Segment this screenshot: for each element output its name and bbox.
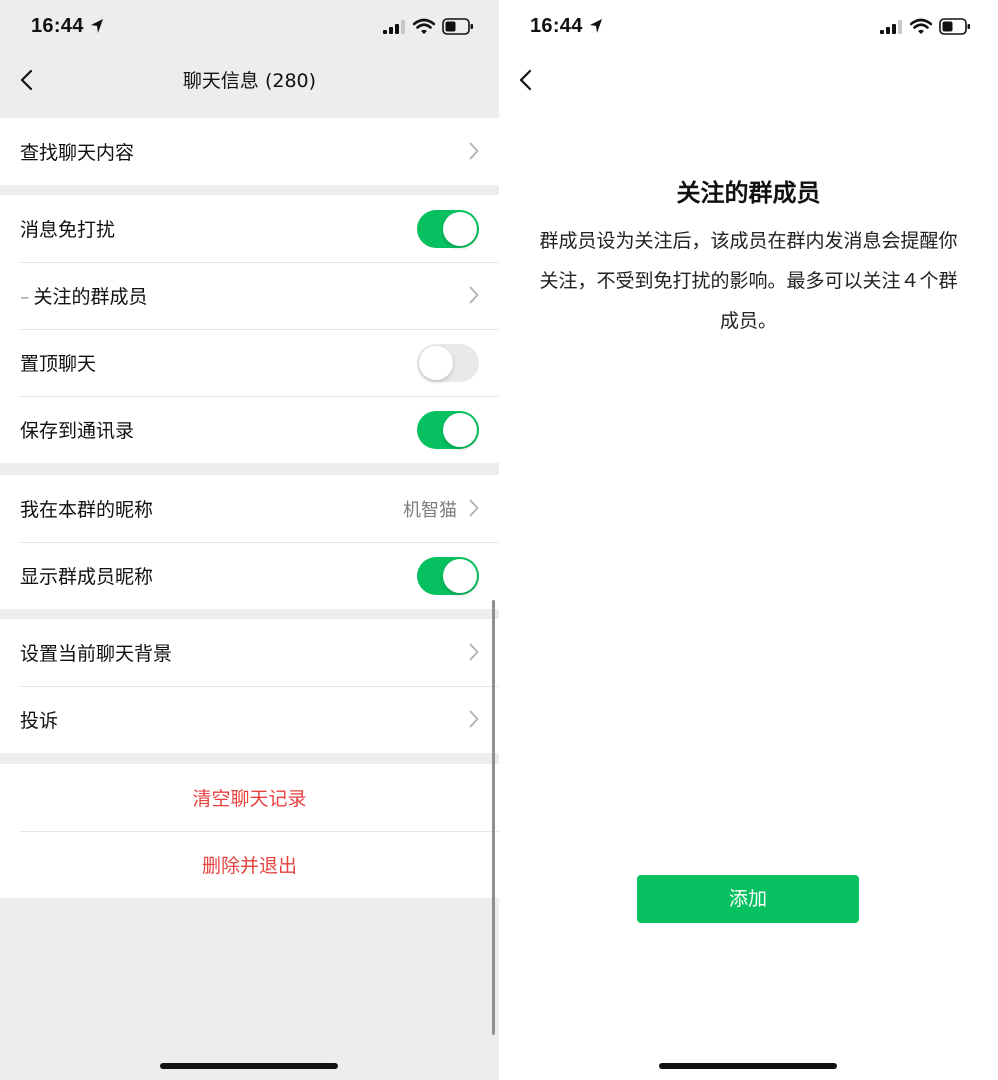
status-bar: 16:44 (499, 0, 998, 54)
delete-and-exit-button[interactable]: 删除并退出 (0, 831, 499, 898)
cellular-signal-icon (383, 20, 405, 34)
my-group-nickname-value: 机智猫 (403, 500, 457, 521)
home-indicator[interactable] (160, 1063, 338, 1069)
save-to-contacts-label: 保存到通讯录 (20, 420, 135, 442)
show-member-nicknames-item: 显示群成员昵称 (0, 542, 499, 609)
toggle-knob (419, 346, 453, 380)
danger-actions-section: 清空聊天记录 删除并退出 (0, 764, 499, 898)
save-to-contacts-toggle[interactable] (417, 411, 479, 449)
status-time: 16:44 (530, 15, 583, 37)
my-group-nickname-item[interactable]: 我在本群的昵称 机智猫 (0, 475, 499, 542)
location-arrow-icon (91, 19, 103, 33)
search-chat-content-label: 查找聊天内容 (20, 142, 135, 164)
chevron-right-icon (469, 142, 479, 160)
wifi-icon (413, 18, 435, 34)
scroll-indicator[interactable] (492, 600, 495, 1035)
mute-notifications-label: 消息免打扰 (20, 219, 116, 241)
complain-label: 投诉 (20, 710, 59, 732)
page-title: 聊天信息 (280) (182, 70, 317, 92)
starred-members-item[interactable]: – 关注的群成员 (0, 262, 499, 329)
my-group-nickname-label: 我在本群的昵称 (20, 499, 154, 521)
navigation-bar (499, 54, 998, 106)
chevron-right-icon (469, 499, 479, 517)
show-member-nicknames-label: 显示群成员昵称 (20, 566, 154, 588)
wifi-icon (910, 18, 932, 34)
indent-dash: – (20, 286, 30, 308)
clear-chat-history-button[interactable]: 清空聊天记录 (0, 764, 499, 831)
starred-members-screen: 16:44 关注的群成员 群成员设为关注后，该成员在群内发消息会提醒你关注，不受… (499, 0, 998, 1080)
mute-notifications-item: 消息免打扰 (0, 195, 499, 262)
delete-and-exit-label: 删除并退出 (201, 855, 297, 877)
chat-info-screen: 16:44 聊天信息 (280) 查找聊天内容 消息免打扰 – 关注的群成员 置… (0, 0, 499, 1080)
toggle-knob (443, 212, 477, 246)
save-to-contacts-item: 保存到通讯录 (0, 396, 499, 463)
status-time: 16:44 (31, 15, 84, 37)
back-arrow-icon[interactable] (513, 66, 541, 94)
chevron-right-icon (469, 286, 479, 304)
add-button[interactable]: 添加 (637, 875, 859, 923)
starred-members-label: – 关注的群成员 (20, 282, 148, 309)
starred-members-title: 关注的群成员 (676, 179, 821, 207)
show-member-nicknames-toggle[interactable] (417, 557, 479, 595)
pin-chat-label: 置顶聊天 (20, 353, 97, 375)
location-arrow-icon (590, 19, 602, 33)
battery-icon (939, 18, 970, 35)
search-chat-content-item[interactable]: 查找聊天内容 (0, 118, 499, 185)
complain-item[interactable]: 投诉 (0, 686, 499, 753)
chevron-right-icon (469, 643, 479, 661)
chat-background-item[interactable]: 设置当前聊天背景 (0, 619, 499, 686)
misc-section: 设置当前聊天背景 投诉 (0, 619, 499, 753)
notification-settings-section: 消息免打扰 – 关注的群成员 置顶聊天 保存到通讯录 (0, 195, 499, 463)
toggle-knob (443, 559, 477, 593)
clear-chat-history-label: 清空聊天记录 (192, 788, 307, 810)
status-bar: 16:44 (0, 0, 499, 54)
mute-notifications-toggle[interactable] (417, 210, 479, 248)
starred-members-description: 群成员设为关注后，该成员在群内发消息会提醒你关注，不受到免打扰的影响。最多可以关… (539, 230, 958, 332)
nickname-section: 我在本群的昵称 机智猫 显示群成员昵称 (0, 475, 499, 609)
pin-chat-item: 置顶聊天 (0, 329, 499, 396)
battery-icon (442, 18, 473, 35)
chat-background-label: 设置当前聊天背景 (20, 643, 173, 665)
chevron-right-icon (469, 710, 479, 728)
toggle-knob (443, 413, 477, 447)
home-indicator[interactable] (659, 1063, 837, 1069)
pin-chat-toggle[interactable] (417, 344, 479, 382)
cellular-signal-icon (880, 20, 902, 34)
starred-members-text: 关注的群成员 (33, 286, 148, 308)
navigation-bar: 聊天信息 (280) (0, 54, 499, 106)
search-section: 查找聊天内容 (0, 118, 499, 185)
